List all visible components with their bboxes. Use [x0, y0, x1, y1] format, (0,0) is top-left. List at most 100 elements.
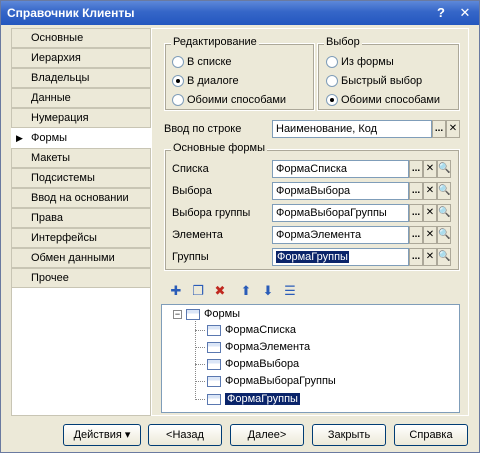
- nav-item-label: Прочее: [31, 272, 69, 284]
- list-form-clear-button[interactable]: ✕: [423, 160, 437, 178]
- group-choice-form-field[interactable]: ФормаВыбораГруппы: [272, 204, 409, 222]
- collapse-icon[interactable]: −: [173, 310, 182, 319]
- select-both-radio[interactable]: Обоими способами: [326, 92, 440, 108]
- sort-icon[interactable]: ☰: [281, 282, 299, 300]
- choice-form-clear-button[interactable]: ✕: [423, 182, 437, 200]
- input-by-line-choose-button[interactable]: ...: [432, 120, 446, 138]
- radio-label: В списке: [187, 56, 232, 68]
- radio-label: В диалоге: [187, 75, 239, 87]
- nav-item-label: Основные: [31, 32, 84, 44]
- nav-item-basic[interactable]: Основные: [11, 28, 151, 48]
- element-form-clear-button[interactable]: ✕: [423, 226, 437, 244]
- nav-item-data[interactable]: Данные: [11, 88, 151, 108]
- group-choice-form-choose-button[interactable]: ...: [409, 204, 423, 222]
- forms-folder-icon: [186, 308, 200, 320]
- choice-form-field[interactable]: ФормаВыбора: [272, 182, 409, 200]
- element-form-field[interactable]: ФормаЭлемента: [272, 226, 409, 244]
- actions-button[interactable]: Действия ▾: [63, 424, 141, 446]
- group-choice-form-clear-button[interactable]: ✕: [423, 204, 437, 222]
- close-title-button[interactable]: ✕: [457, 5, 473, 21]
- tree-root[interactable]: Формы: [186, 306, 240, 322]
- nav-item-interfaces[interactable]: Интерфейсы: [11, 228, 151, 248]
- nav-item-templates[interactable]: Макеты: [11, 148, 151, 168]
- tree-node[interactable]: ФормаВыбораГруппы: [207, 373, 336, 389]
- copy-icon[interactable]: ❐: [189, 282, 207, 300]
- tree-node[interactable]: ФормаВыбора: [207, 356, 299, 372]
- selection-group-title: Выбор: [324, 36, 362, 48]
- search-icon[interactable]: 🔍: [437, 248, 451, 266]
- quick-select-radio[interactable]: Быстрый выбор: [326, 73, 422, 89]
- nav-item-other[interactable]: Прочее: [11, 268, 151, 288]
- choice-form-label: Выбора: [172, 185, 212, 197]
- element-form-choose-button[interactable]: ...: [409, 226, 423, 244]
- window-title: Справочник Клиенты: [7, 6, 135, 20]
- back-button[interactable]: <Назад: [148, 424, 222, 446]
- nav-item-label: Ввод на основании: [31, 192, 129, 204]
- tree-node[interactable]: ФормаСписка: [207, 322, 296, 338]
- tree-node[interactable]: ФормаЭлемента: [207, 339, 310, 355]
- nav-item-data-exchange[interactable]: Обмен данными: [11, 248, 151, 268]
- current-arrow-icon: ▶: [16, 133, 23, 143]
- group-form-clear-button[interactable]: ✕: [423, 248, 437, 266]
- radio-dot[interactable]: [326, 94, 338, 106]
- list-form-field[interactable]: ФормаСписка: [272, 160, 409, 178]
- nav-item-forms[interactable]: ▶ Формы: [11, 128, 151, 148]
- list-form-choose-button[interactable]: ...: [409, 160, 423, 178]
- nav-item-subsystems[interactable]: Подсистемы: [11, 168, 151, 188]
- button-label: Действия: [73, 429, 122, 441]
- nav-item-input-based[interactable]: Ввод на основании: [11, 188, 151, 208]
- radio-dot[interactable]: [326, 75, 338, 87]
- field-value: ФормаСписка: [276, 163, 347, 175]
- editing-group-title: Редактирование: [171, 36, 259, 48]
- tree-node-label: ФормаВыбораГруппы: [225, 375, 336, 387]
- nav-item-numbering[interactable]: Нумерация: [11, 108, 151, 128]
- select-from-form-radio[interactable]: Из формы: [326, 54, 394, 70]
- help-title-button[interactable]: ?: [433, 5, 449, 21]
- search-icon[interactable]: 🔍: [437, 226, 451, 244]
- search-icon[interactable]: 🔍: [437, 182, 451, 200]
- radio-dot[interactable]: [172, 75, 184, 87]
- title-bar[interactable]: Справочник Клиенты ? ✕: [1, 1, 479, 25]
- radio-dot[interactable]: [172, 56, 184, 68]
- radio-dot[interactable]: [172, 94, 184, 106]
- choice-form-choose-button[interactable]: ...: [409, 182, 423, 200]
- field-value: ФормаЭлемента: [276, 229, 362, 241]
- add-icon[interactable]: ✚: [167, 282, 185, 300]
- field-value: ФормаВыбора: [276, 185, 351, 197]
- nav-item-owners[interactable]: Владельцы: [11, 68, 151, 88]
- edit-in-list-radio[interactable]: В списке: [172, 54, 232, 70]
- list-form-label: Списка: [172, 163, 209, 175]
- tree-node-selected[interactable]: ФормаГруппы: [207, 391, 300, 407]
- radio-label: Обоими способами: [341, 94, 441, 106]
- group-form-field[interactable]: ФормаГруппы: [272, 248, 409, 266]
- radio-label: Быстрый выбор: [341, 75, 423, 87]
- input-by-line-clear-button[interactable]: ✕: [446, 120, 460, 138]
- tree-connector: [195, 330, 205, 331]
- search-icon[interactable]: 🔍: [437, 160, 451, 178]
- group-form-choose-button[interactable]: ...: [409, 248, 423, 266]
- field-value: Наименование, Код: [276, 123, 378, 135]
- delete-icon[interactable]: ✖: [211, 282, 229, 300]
- nav-item-label: Владельцы: [31, 72, 90, 84]
- search-icon[interactable]: 🔍: [437, 204, 451, 222]
- close-button[interactable]: Закрыть: [312, 424, 386, 446]
- radio-dot[interactable]: [326, 56, 338, 68]
- forms-tree[interactable]: − Формы ФормаСписка ФормаЭлемента ФормаВ…: [161, 304, 460, 413]
- radio-label: Из формы: [341, 56, 394, 68]
- edit-in-dialog-radio[interactable]: В диалоге: [172, 73, 239, 89]
- move-down-icon[interactable]: ⬇: [259, 282, 277, 300]
- nav-item-hierarchy[interactable]: Иерархия: [11, 48, 151, 68]
- section-nav: Основные Иерархия Владельцы Данные Нумер…: [11, 28, 151, 416]
- radio-label: Обоими способами: [187, 94, 287, 106]
- tree-node-label: Формы: [204, 308, 241, 320]
- group-form-label: Группы: [172, 251, 209, 263]
- nav-item-rights[interactable]: Права: [11, 208, 151, 228]
- move-up-icon[interactable]: ⬆: [237, 282, 255, 300]
- field-value: ФормаГруппы: [276, 251, 349, 263]
- tree-node-label: ФормаЭлемента: [225, 341, 311, 353]
- main-forms-group-title: Основные формы: [171, 142, 268, 154]
- next-button[interactable]: Далее>: [230, 424, 304, 446]
- help-button[interactable]: Справка: [394, 424, 468, 446]
- edit-both-radio[interactable]: Обоими способами: [172, 92, 286, 108]
- input-by-line-field[interactable]: Наименование, Код: [272, 120, 432, 138]
